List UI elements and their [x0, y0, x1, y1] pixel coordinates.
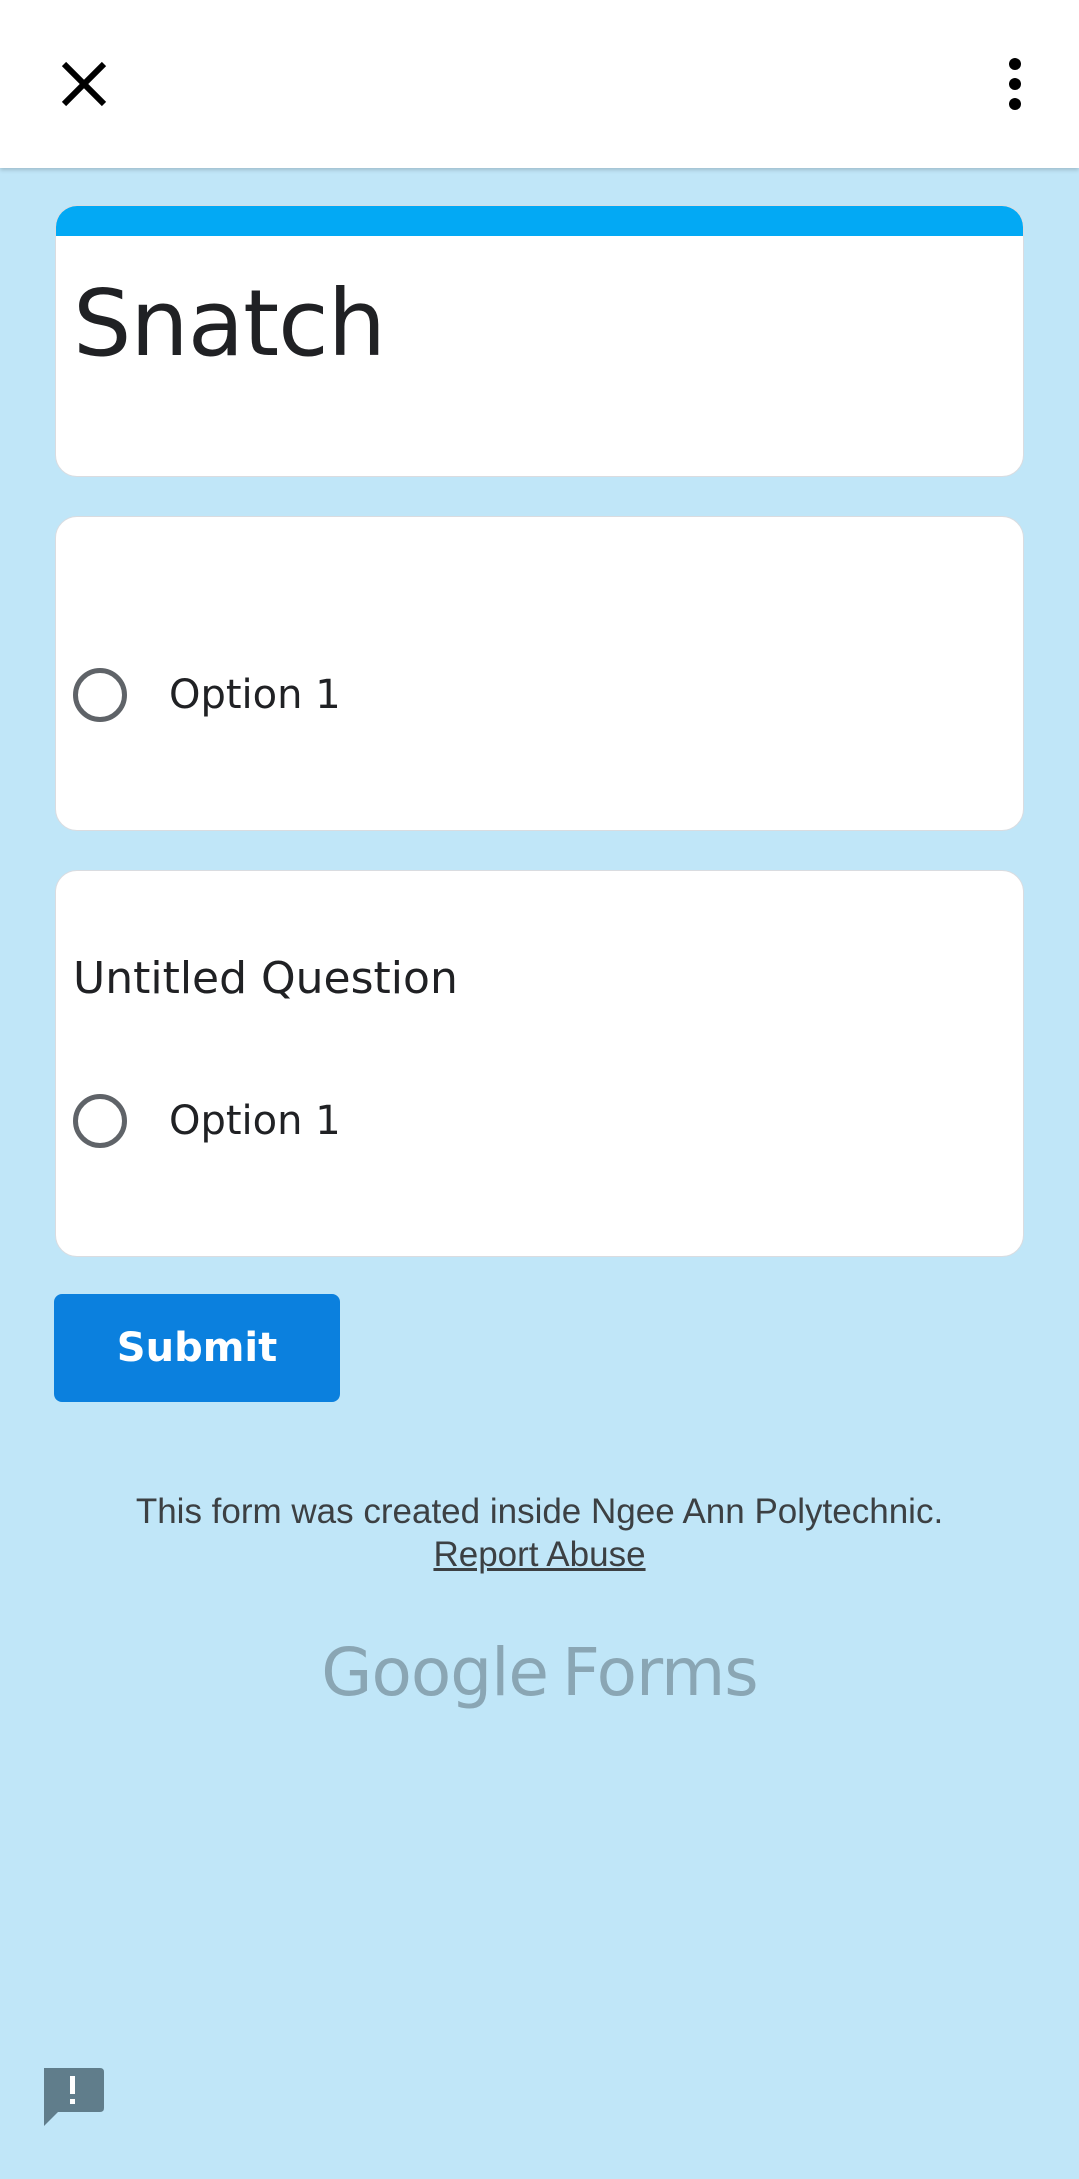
radio-option-2[interactable]: Option 1 [73, 1094, 341, 1148]
top-app-bar [0, 0, 1079, 168]
question-card-2 [55, 870, 1024, 1257]
question-title-2: Untitled Question [73, 953, 458, 1004]
form-title: Snatch [73, 270, 386, 377]
option-label: Option 1 [169, 1098, 341, 1144]
more-options-button[interactable] [990, 54, 1040, 114]
google-forms-logo: Google Forms [0, 1640, 1079, 1706]
header-accent-bar [56, 206, 1023, 236]
report-abuse-link[interactable]: Report Abuse [433, 1535, 645, 1574]
feedback-icon [44, 2068, 104, 2126]
feedback-button[interactable] [38, 2062, 106, 2130]
close-button[interactable] [54, 54, 114, 114]
brand-forms: Forms [562, 1634, 759, 1711]
radio-option-1[interactable]: Option 1 [73, 668, 341, 722]
brand-google: Google [321, 1634, 549, 1711]
submit-button[interactable]: Submit [54, 1294, 340, 1402]
footer-notice: This form was created inside Ngee Ann Po… [135, 1492, 944, 1531]
more-vert-icon [1009, 58, 1021, 110]
radio-button[interactable] [73, 1094, 127, 1148]
form-footer: This form was created inside Ngee Ann Po… [0, 1490, 1079, 1576]
close-icon [61, 61, 107, 107]
radio-button[interactable] [73, 668, 127, 722]
option-label: Option 1 [169, 672, 341, 718]
